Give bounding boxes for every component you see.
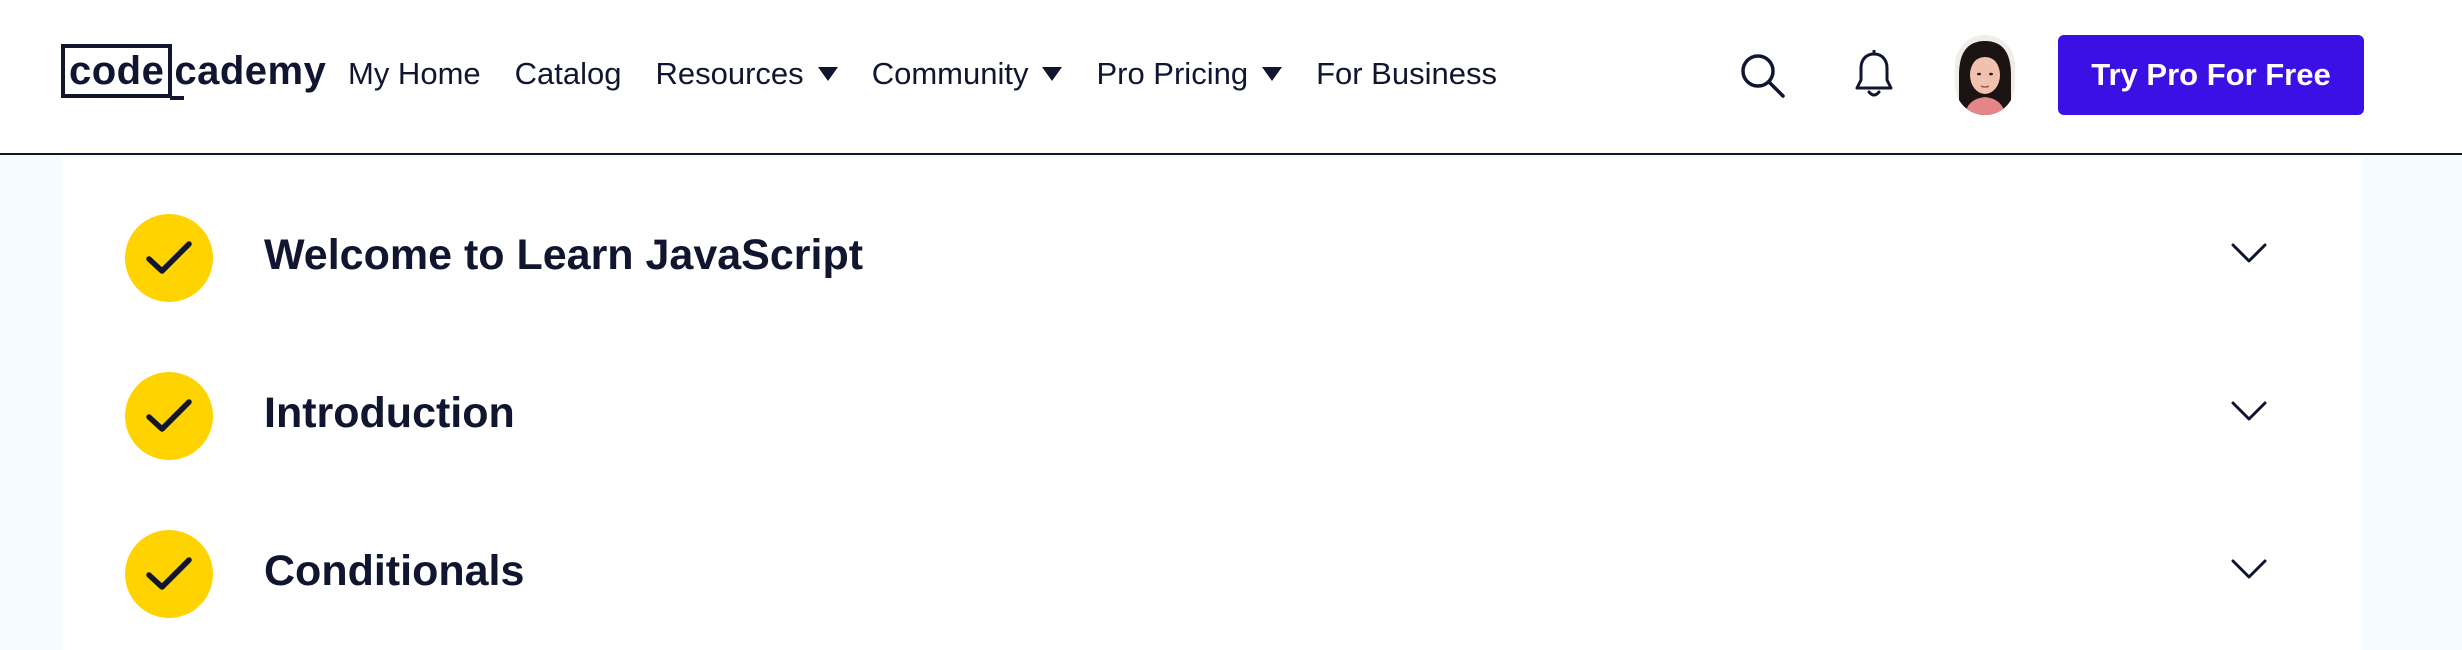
nav-community[interactable]: Community xyxy=(872,56,1063,92)
user-avatar[interactable] xyxy=(1955,35,2015,115)
logo-text-code: code xyxy=(69,48,165,93)
search-button[interactable] xyxy=(1730,30,1794,120)
nav-my-home[interactable]: My Home xyxy=(348,56,481,92)
completed-badge xyxy=(125,530,213,618)
search-icon xyxy=(1741,54,1785,98)
top-nav-bar: code cademy My Home Catalog Resources Co… xyxy=(0,0,2462,155)
nav-for-business-label: For Business xyxy=(1316,56,1497,91)
nav-pro-pricing[interactable]: Pro Pricing xyxy=(1096,56,1283,92)
module-title: Welcome to Learn JavaScript xyxy=(264,231,864,279)
chevron-down-icon[interactable] xyxy=(2229,397,2269,425)
main-nav: My Home Catalog Resources Community Pro … xyxy=(348,48,1531,100)
nav-resources-label: Resources xyxy=(655,56,804,91)
nav-catalog-label: Catalog xyxy=(514,56,622,91)
check-icon xyxy=(146,241,192,274)
check-icon xyxy=(146,557,192,590)
codecademy-logo[interactable]: code cademy xyxy=(61,43,327,100)
caret-down-icon xyxy=(817,67,838,81)
try-pro-button[interactable]: Try Pro For Free xyxy=(2058,35,2364,115)
check-icon xyxy=(146,399,192,432)
logo-cursor xyxy=(170,96,185,100)
bell-icon xyxy=(1855,50,1893,97)
module-title: Conditionals xyxy=(264,547,525,595)
module-title: Introduction xyxy=(264,389,515,437)
nav-resources[interactable]: Resources xyxy=(656,56,838,92)
page: code cademy My Home Catalog Resources Co… xyxy=(0,0,2462,650)
nav-community-label: Community xyxy=(871,56,1029,91)
nav-my-home-label: My Home xyxy=(348,56,481,91)
nav-catalog[interactable]: Catalog xyxy=(515,56,622,92)
module-row-introduction[interactable]: Introduction xyxy=(62,315,2362,473)
completed-badge xyxy=(125,372,213,460)
logo-code-box: code xyxy=(61,44,185,100)
avatar-image xyxy=(1955,35,2015,115)
module-row-conditionals[interactable]: Conditionals xyxy=(62,473,2362,631)
nav-for-business[interactable]: For Business xyxy=(1316,56,1497,92)
module-row-welcome[interactable]: Welcome to Learn JavaScript xyxy=(62,157,2362,315)
caret-down-icon xyxy=(1042,67,1063,81)
notifications-button[interactable] xyxy=(1842,30,1906,120)
chevron-down-icon[interactable] xyxy=(2229,239,2269,267)
nav-pro-pricing-label: Pro Pricing xyxy=(1096,56,1249,91)
logo-text-cademy: cademy xyxy=(174,48,327,93)
chevron-down-icon[interactable] xyxy=(2229,555,2269,583)
caret-down-icon xyxy=(1262,67,1283,81)
module-list: Welcome to Learn JavaScript Introduction xyxy=(62,157,2362,650)
completed-badge xyxy=(125,214,213,302)
